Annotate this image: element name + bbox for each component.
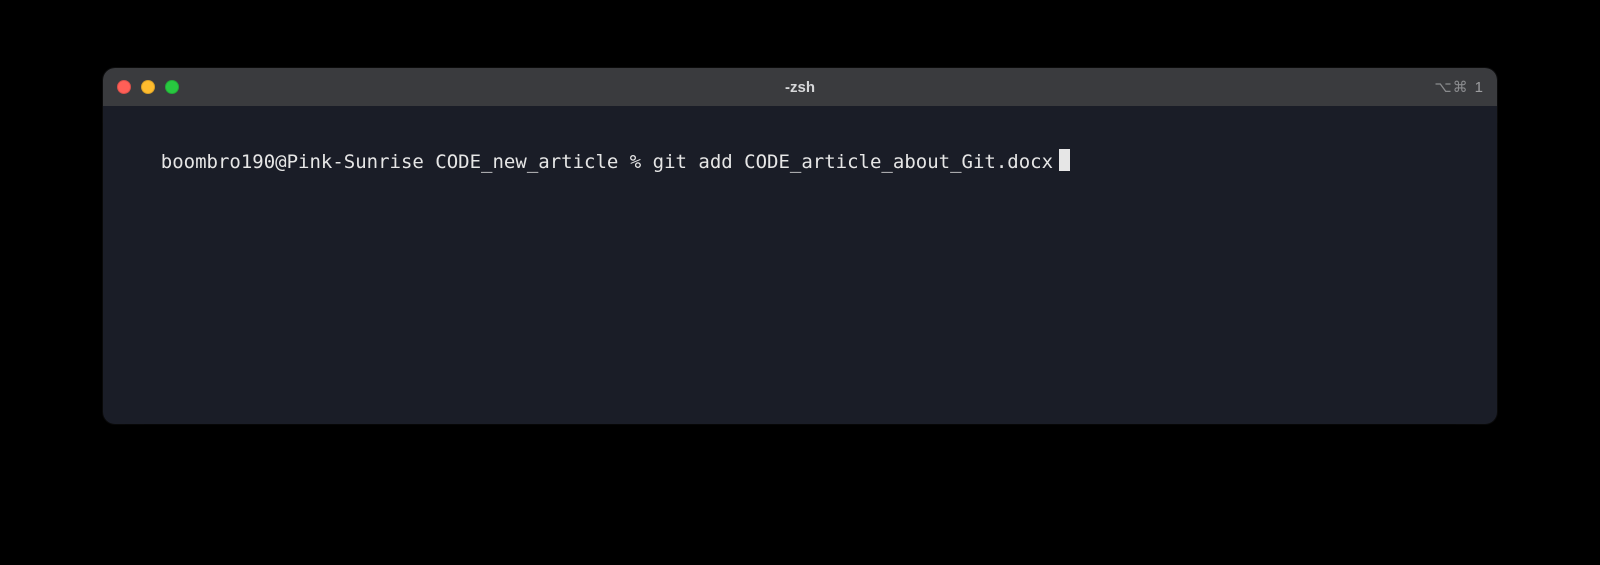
window-titlebar[interactable]: -zsh ⌥⌘ 1: [103, 68, 1497, 106]
tab-shortcut-hint: ⌥⌘ 1: [1434, 78, 1483, 96]
command-text: git add CODE_article_about_Git.docx: [653, 150, 1053, 176]
tab-number: 1: [1475, 79, 1483, 96]
cursor-block: [1059, 149, 1070, 171]
close-button[interactable]: [117, 80, 131, 94]
prompt-line: boombro190@Pink-Sunrise CODE_new_article…: [161, 146, 1070, 176]
terminal-window: -zsh ⌥⌘ 1 boombro190@Pink-Sunrise CODE_ne…: [103, 68, 1497, 424]
terminal-body[interactable]: boombro190@Pink-Sunrise CODE_new_article…: [103, 106, 1497, 424]
shell-prompt: boombro190@Pink-Sunrise CODE_new_article…: [161, 150, 653, 176]
traffic-lights: [117, 80, 179, 94]
minimize-button[interactable]: [141, 80, 155, 94]
zoom-button[interactable]: [165, 80, 179, 94]
window-title: -zsh: [785, 79, 815, 96]
option-command-icon: ⌥⌘: [1434, 78, 1468, 96]
